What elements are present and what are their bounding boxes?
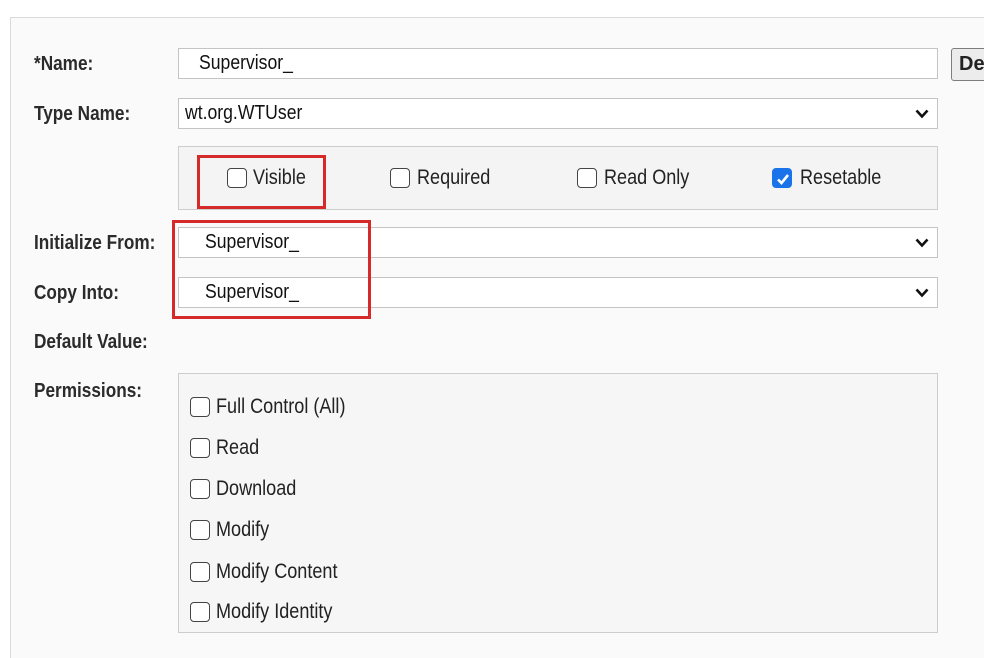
- permission-label: Read: [216, 436, 260, 459]
- resetable-checkbox[interactable]: [772, 168, 792, 188]
- type-name-select[interactable]: wt.org.WTUser: [178, 98, 938, 129]
- check-icon: [777, 174, 790, 185]
- name-value: Supervisor_: [199, 52, 293, 74]
- permission-checkbox[interactable]: [190, 602, 210, 622]
- chevron-down-icon: [915, 228, 929, 257]
- source-highlight-box: [172, 220, 371, 319]
- permission-label: Full Control (All): [216, 395, 346, 418]
- permission-checkbox[interactable]: [190, 438, 210, 458]
- read-only-checkbox[interactable]: [577, 168, 597, 188]
- chevron-down-icon: [915, 99, 929, 128]
- copy-into-label: Copy Into:: [34, 282, 120, 304]
- permission-checkbox[interactable]: [190, 397, 210, 417]
- permission-label: Download: [216, 477, 297, 500]
- type-name-label: Type Name:: [34, 103, 131, 125]
- required-label: Required: [417, 166, 491, 189]
- default-value-label: Default Value:: [34, 331, 148, 353]
- permission-label: Modify: [216, 518, 270, 541]
- permission-label: Modify Identity: [216, 600, 333, 623]
- read-only-label: Read Only: [604, 166, 690, 189]
- permission-checkbox[interactable]: [190, 562, 210, 582]
- name-label: *Name:: [34, 53, 94, 75]
- required-checkbox[interactable]: [390, 168, 410, 188]
- permissions-label: Permissions:: [34, 380, 143, 402]
- chevron-down-icon: [915, 278, 929, 307]
- permission-checkbox[interactable]: [190, 479, 210, 499]
- type-name-value: wt.org.WTUser: [185, 102, 303, 124]
- default-button[interactable]: De: [951, 48, 984, 81]
- permission-label: Modify Content: [216, 560, 338, 583]
- resetable-label: Resetable: [800, 166, 882, 189]
- name-input[interactable]: Supervisor_: [178, 48, 938, 79]
- initialize-from-label: Initialize From:: [34, 232, 156, 254]
- visible-highlight-box: [197, 155, 326, 209]
- permission-checkbox[interactable]: [190, 520, 210, 540]
